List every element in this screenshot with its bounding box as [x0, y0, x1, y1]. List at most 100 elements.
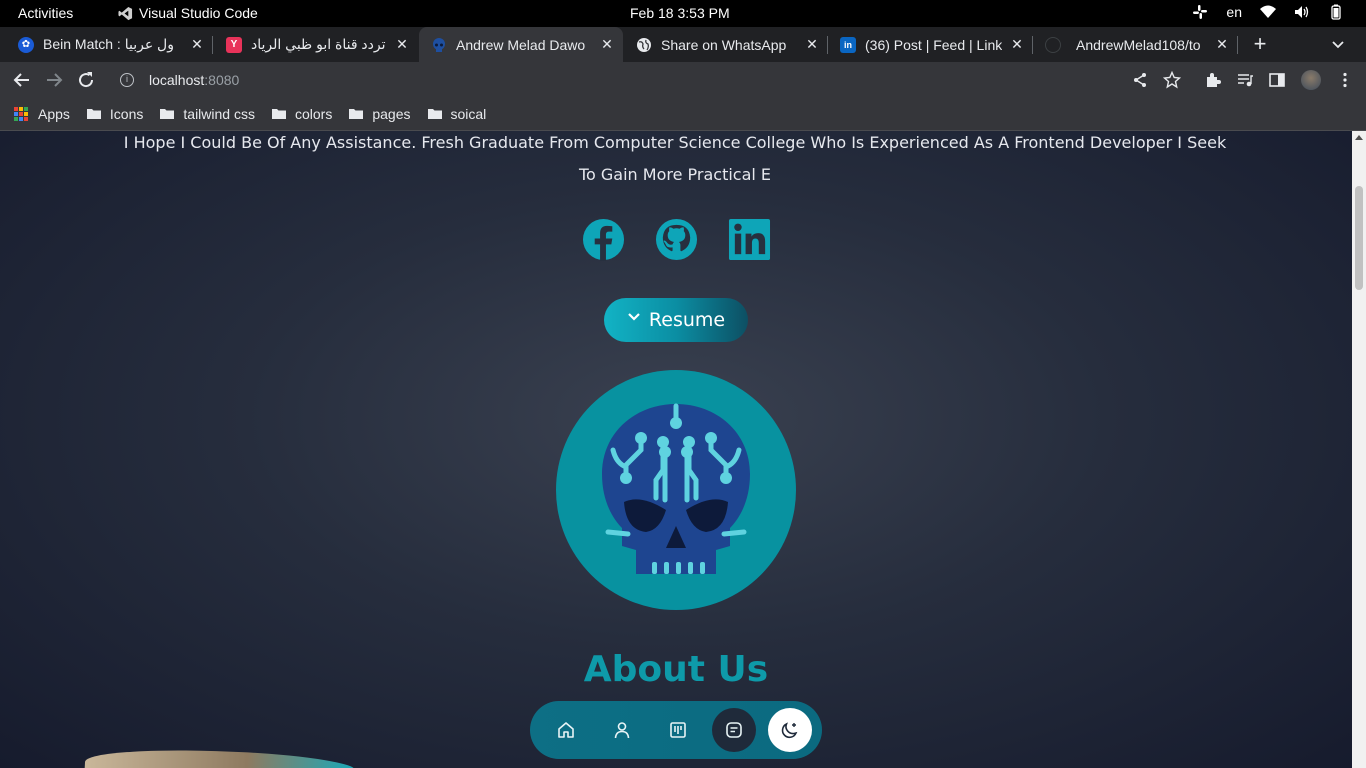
- url-port: :8080: [204, 71, 240, 88]
- tab-title: AndrewMelad108/to: [1076, 36, 1201, 53]
- nav-projects-button[interactable]: [656, 708, 700, 752]
- app-name: Visual Studio Code: [139, 5, 258, 21]
- tab-github-repo[interactable]: AndrewMelad108/to ✕: [1033, 27, 1238, 62]
- bookmarks-bar: Apps Icons tailwind css colors pages soi…: [0, 97, 1366, 131]
- bookmark-label: colors: [294, 105, 333, 122]
- tab-channel-frequency[interactable]: Y تردد قناة ابو ظبي الرياد ✕: [213, 27, 418, 62]
- system-tray[interactable]: en: [1192, 4, 1344, 20]
- folder-icon: [427, 108, 442, 119]
- activities-button[interactable]: Activities: [18, 5, 73, 21]
- bein-icon: ✿: [18, 36, 34, 53]
- chevron-down-icon: [628, 313, 640, 321]
- tab-strip: ✿ Bein Match : ول عربيا ✕ Y تردد قناة اب…: [0, 27, 1366, 62]
- bookmark-star-icon[interactable]: [1163, 71, 1181, 89]
- bookmark-label: soical: [450, 105, 487, 122]
- media-queue-icon[interactable]: [1236, 71, 1254, 89]
- scroll-up-arrow-icon[interactable]: [1355, 135, 1363, 140]
- wifi-icon: [1260, 5, 1276, 18]
- tab-share-whatsapp[interactable]: Share on WhatsApp ✕: [623, 27, 828, 62]
- app-menu[interactable]: Visual Studio Code: [118, 5, 258, 21]
- bookmark-label: pages: [372, 105, 411, 122]
- globe-icon: [636, 37, 652, 53]
- vscode-icon: [118, 6, 133, 20]
- side-panel-icon[interactable]: [1268, 71, 1286, 89]
- tab-search-chevron-icon[interactable]: [1330, 36, 1346, 52]
- toolbar-actions: [1124, 70, 1366, 90]
- bottom-nav-dock: [530, 701, 822, 759]
- tab-linkedin-feed[interactable]: in (36) Post | Feed | Link ✕: [828, 27, 1033, 62]
- back-arrow-icon[interactable]: [12, 70, 32, 90]
- user-icon: [614, 722, 630, 739]
- bookmark-folder-icons[interactable]: Icons: [86, 106, 143, 122]
- tab-title: (36) Post | Feed | Link: [865, 36, 1003, 53]
- tab-divider: [1237, 36, 1238, 54]
- resume-label: Resume: [648, 309, 726, 331]
- bookmark-apps[interactable]: Apps: [14, 106, 70, 122]
- bookmark-folder-soical[interactable]: soical: [427, 105, 487, 122]
- address-bar[interactable]: i localhost:8080: [110, 65, 1194, 94]
- folder-icon: [160, 108, 175, 119]
- blog-icon: [726, 722, 742, 738]
- share-icon[interactable]: [1131, 71, 1149, 89]
- page-viewport: I Hope I Could Be Of Any Assistance. Fre…: [0, 131, 1352, 768]
- tab-title: Share on WhatsApp: [661, 36, 787, 53]
- resume-button[interactable]: Resume: [604, 298, 748, 342]
- bookmark-label: tailwind css: [183, 105, 255, 122]
- tab-andrew-melad-portfolio[interactable]: Andrew Melad Dawo ✕: [419, 27, 623, 62]
- github-icon: [1045, 36, 1061, 53]
- skull-logo-icon: [431, 37, 447, 53]
- battery-icon: [1331, 4, 1341, 20]
- bookmark-folder-colors[interactable]: colors: [271, 106, 332, 122]
- nav-blog-button[interactable]: [712, 708, 756, 752]
- page-scrollbar[interactable]: [1352, 131, 1366, 768]
- tab-bein-match[interactable]: ✿ Bein Match : ول عربيا ✕: [0, 27, 213, 62]
- volume-icon: [1295, 6, 1309, 18]
- y-icon: Y: [226, 36, 242, 53]
- system-top-bar: Activities Visual Studio Code Feb 18 3:5…: [0, 0, 1366, 27]
- theme-toggle-button[interactable]: [768, 708, 812, 752]
- close-icon[interactable]: ✕: [1009, 36, 1025, 52]
- folder-icon: [86, 108, 101, 119]
- forward-arrow-icon[interactable]: [44, 70, 64, 90]
- kebab-menu-icon[interactable]: [1336, 71, 1354, 89]
- bookmark-label: Icons: [109, 105, 144, 122]
- nav-about-button[interactable]: [600, 708, 644, 752]
- reload-icon[interactable]: [76, 70, 96, 90]
- scrollbar-thumb[interactable]: [1355, 186, 1363, 290]
- about-image-peek: [84, 743, 356, 768]
- profile-avatar[interactable]: [1301, 70, 1321, 90]
- site-info-icon[interactable]: i: [120, 72, 134, 87]
- tab-title: Bein Match : ول عربيا: [43, 36, 174, 52]
- bookmark-folder-tailwind[interactable]: tailwind css: [159, 106, 255, 122]
- close-icon[interactable]: ✕: [599, 36, 615, 52]
- close-icon[interactable]: ✕: [189, 36, 205, 52]
- tab-title: تردد قناة ابو ظبي الرياد: [251, 36, 386, 52]
- close-icon[interactable]: ✕: [1214, 36, 1230, 52]
- about-heading: About Us: [583, 649, 769, 690]
- facebook-icon[interactable]: [582, 218, 625, 261]
- nav-home-button[interactable]: [544, 708, 588, 752]
- new-tab-button[interactable]: +: [1250, 33, 1270, 55]
- url-host: localhost: [149, 71, 205, 88]
- social-links: [582, 218, 771, 261]
- language-indicator[interactable]: en: [1226, 4, 1242, 20]
- extensions-puzzle-icon[interactable]: [1204, 71, 1222, 89]
- clock[interactable]: Feb 18 3:53 PM: [630, 5, 730, 21]
- github-icon[interactable]: [655, 218, 698, 261]
- projects-icon: [670, 722, 686, 738]
- close-icon[interactable]: ✕: [804, 36, 820, 52]
- bookmark-folder-pages[interactable]: pages: [348, 105, 411, 122]
- linkedin-icon[interactable]: [728, 218, 771, 261]
- apps-grid-icon: [14, 106, 28, 121]
- skull-circuit-icon: [602, 403, 750, 574]
- skull-logo: [556, 370, 796, 610]
- folder-icon: [271, 108, 286, 119]
- bookmark-label: Apps: [38, 105, 70, 122]
- close-icon[interactable]: ✕: [394, 36, 410, 52]
- tab-title: Andrew Melad Dawo: [456, 36, 586, 53]
- folder-icon: [349, 108, 364, 119]
- browser-toolbar: i localhost:8080: [0, 62, 1366, 97]
- home-icon: [558, 722, 574, 738]
- intro-paragraph: I Hope I Could Be Of Any Assistance. Fre…: [123, 133, 1227, 184]
- linkedin-icon: in: [840, 36, 856, 53]
